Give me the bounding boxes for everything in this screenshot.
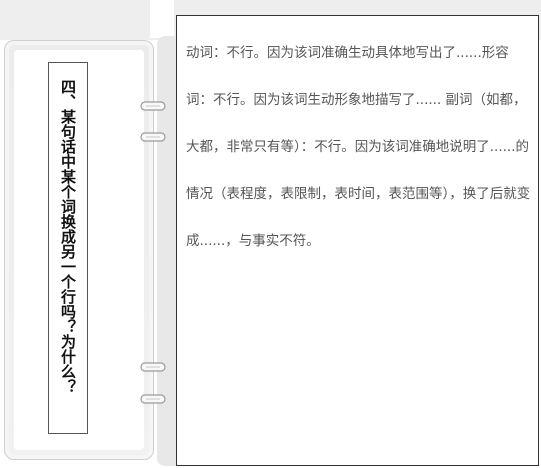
top-white-cap xyxy=(150,0,174,38)
answer-paragraph: 动词：不行。因为该词准确生动具体地写出了......形容词：不行。因为该词生动形… xyxy=(186,45,531,249)
binder-ring-icon xyxy=(140,393,166,405)
binder-ring-icon xyxy=(140,100,166,112)
question-title-box: 四、某句话中某个词换成另一个行吗？为什么？ xyxy=(48,62,88,434)
question-title: 四、某句话中某个词换成另一个行吗？为什么？ xyxy=(59,79,77,394)
binder-ring-icon xyxy=(140,361,166,373)
answer-text-area: 动词：不行。因为该词准确生动具体地写出了......形容词：不行。因为该词生动形… xyxy=(186,30,534,265)
binder-ring-icon xyxy=(140,131,166,143)
answer-panel: 动词：不行。因为该词准确生动具体地写出了......形容词：不行。因为该词生动形… xyxy=(176,15,539,466)
